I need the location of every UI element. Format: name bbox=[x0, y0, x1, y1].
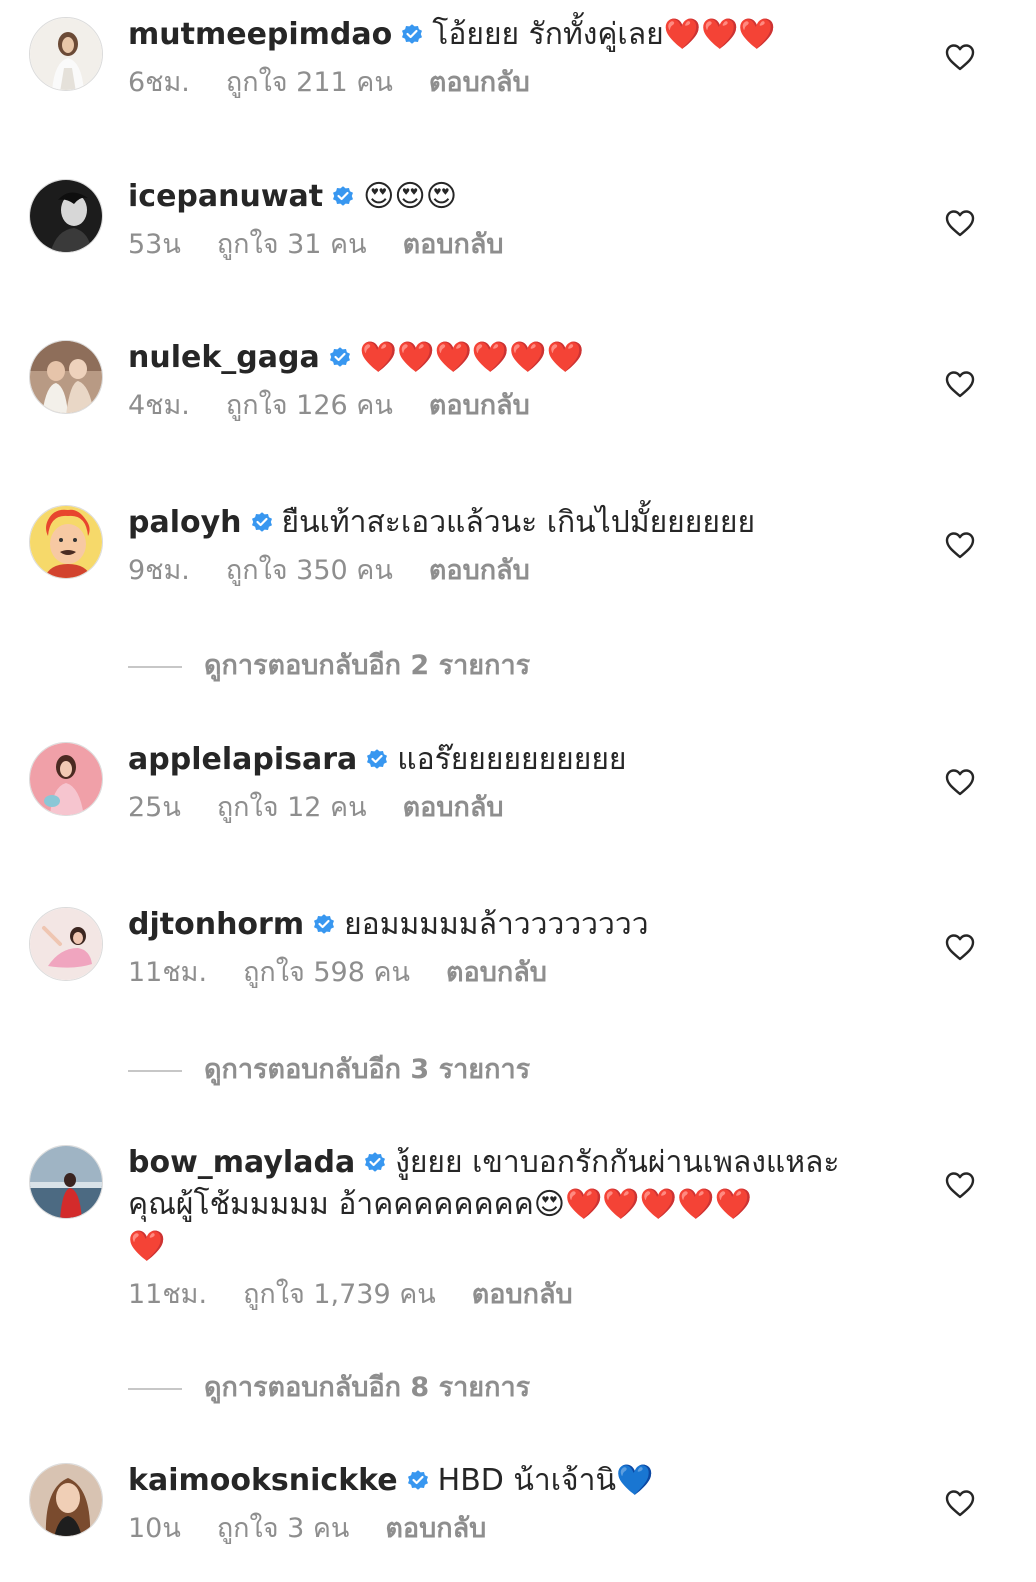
replies-divider bbox=[128, 665, 182, 668]
comment-time: 9ชม. bbox=[128, 555, 190, 586]
comment-time: 10น bbox=[128, 1513, 181, 1544]
heart-outline-icon[interactable] bbox=[944, 1170, 976, 1200]
comment-time: 11ชม. bbox=[128, 1279, 208, 1310]
verified-badge-icon bbox=[365, 747, 389, 771]
verified-badge-icon bbox=[400, 22, 424, 46]
comment-meta: 11ชม. ถูกใจ 598 คน ตอบกลับ bbox=[128, 954, 888, 992]
username[interactable]: mutmeepimdao bbox=[128, 17, 392, 52]
comment-text: 😍😍😍 bbox=[363, 179, 457, 214]
view-more-replies[interactable]: ดูการตอบกลับอีก 2 รายการ bbox=[128, 646, 728, 686]
avatar[interactable] bbox=[29, 340, 103, 414]
comment-meta: 4ชม. ถูกใจ 126 คน ตอบกลับ bbox=[128, 387, 888, 425]
comment-line: djtonhorm ยอมมมมมล้าวววววววว bbox=[128, 904, 888, 946]
comment-body: kaimooksnickke HBD น้าเจ้านิ💙 10น ถูกใจ 3 … bbox=[128, 1460, 888, 1548]
comment-body: djtonhorm ยอมมมมมล้าวววววววว 11ชม. ถูกใจ 5… bbox=[128, 904, 888, 992]
reply-button[interactable]: ตอบกลับ bbox=[403, 792, 504, 823]
verified-badge-icon bbox=[250, 510, 274, 534]
view-more-replies[interactable]: ดูการตอบกลับอีก 8 รายการ bbox=[128, 1368, 728, 1408]
heart-outline-icon[interactable] bbox=[944, 208, 976, 238]
comment-time: 25น bbox=[128, 792, 181, 823]
comment-time: 6ชม. bbox=[128, 67, 190, 98]
view-more-replies-label: ดูการตอบกลับอีก 3 รายการ bbox=[204, 1054, 531, 1085]
verified-badge-icon bbox=[363, 1150, 387, 1174]
comment-body: applelapisara แอร๊ยยยยยยยยยย 25น ถูกใจ 12 … bbox=[128, 739, 888, 827]
heart-outline-icon[interactable] bbox=[944, 530, 976, 560]
replies-divider bbox=[128, 1387, 182, 1390]
like-count[interactable]: ถูกใจ 350 คน bbox=[226, 555, 393, 586]
comment-text: แอร๊ยยยยยยยยยย bbox=[397, 742, 627, 777]
comment-line: bow_maylada งู้ยยย เขาบอกรักกันผ่านเพลงแห… bbox=[128, 1142, 888, 1184]
comment-meta: 6ชม. ถูกใจ 211 คน ตอบกลับ bbox=[128, 64, 888, 102]
comment-meta: 10น ถูกใจ 3 คน ตอบกลับ bbox=[128, 1510, 888, 1548]
heart-outline-icon[interactable] bbox=[944, 369, 976, 399]
username[interactable]: kaimooksnickke bbox=[128, 1463, 398, 1498]
comment-meta: 11ชม. ถูกใจ 1,739 คน ตอบกลับ bbox=[128, 1276, 888, 1314]
reply-button[interactable]: ตอบกลับ bbox=[403, 229, 504, 260]
comment-time: 53น bbox=[128, 229, 181, 260]
comment-time: 4ชม. bbox=[128, 390, 190, 421]
username[interactable]: bow_maylada bbox=[128, 1145, 355, 1180]
view-more-replies[interactable]: ดูการตอบกลับอีก 3 รายการ bbox=[128, 1050, 728, 1090]
reply-button[interactable]: ตอบกลับ bbox=[429, 67, 530, 98]
reply-button[interactable]: ตอบกลับ bbox=[429, 555, 530, 586]
comment-line: icepanuwat 😍😍😍 bbox=[128, 176, 888, 218]
username[interactable]: nulek_gaga bbox=[128, 340, 320, 375]
reply-button[interactable]: ตอบกลับ bbox=[446, 957, 547, 988]
comment-meta: 9ชม. ถูกใจ 350 คน ตอบกลับ bbox=[128, 552, 888, 590]
heart-outline-icon[interactable] bbox=[944, 42, 976, 72]
avatar[interactable] bbox=[29, 907, 103, 981]
comment-body: paloyh ยืนเท้าสะเอวแล้วนะ เกินไปมั้ยยยยยย… bbox=[128, 502, 888, 590]
reply-button[interactable]: ตอบกลับ bbox=[429, 390, 530, 421]
username[interactable]: icepanuwat bbox=[128, 179, 323, 214]
reply-button[interactable]: ตอบกลับ bbox=[472, 1279, 573, 1310]
like-count[interactable]: ถูกใจ 1,739 คน bbox=[243, 1279, 436, 1310]
view-more-replies-label: ดูการตอบกลับอีก 8 รายการ bbox=[204, 1372, 531, 1403]
username[interactable]: applelapisara bbox=[128, 742, 357, 777]
comment-text: ยืนเท้าสะเอวแล้วนะ เกินไปมั้ยยยยยย bbox=[281, 505, 756, 540]
comment-body: nulek_gaga ❤️❤️❤️❤️❤️❤️ 4ชม. ถูกใจ 126 คน ต… bbox=[128, 337, 888, 425]
comment-meta: 25น ถูกใจ 12 คน ตอบกลับ bbox=[128, 789, 888, 827]
avatar[interactable] bbox=[29, 179, 103, 253]
comment-text: ❤️❤️❤️❤️❤️❤️ bbox=[359, 340, 584, 375]
like-count[interactable]: ถูกใจ 211 คน bbox=[226, 67, 393, 98]
verified-badge-icon bbox=[331, 184, 355, 208]
like-count[interactable]: ถูกใจ 31 คน bbox=[217, 229, 367, 260]
comment-body: mutmeepimdao โอ้ยยย รักทั้งคู่เลย❤️❤️❤️ 6… bbox=[128, 14, 888, 102]
comment-line: mutmeepimdao โอ้ยยย รักทั้งคู่เลย❤️❤️❤️ bbox=[128, 14, 888, 56]
comment-text: ยอมมมมมล้าวววววววว bbox=[344, 907, 649, 942]
verified-badge-icon bbox=[312, 912, 336, 936]
view-more-replies-label: ดูการตอบกลับอีก 2 รายการ bbox=[204, 650, 531, 681]
comment-line: nulek_gaga ❤️❤️❤️❤️❤️❤️ bbox=[128, 337, 888, 379]
heart-outline-icon[interactable] bbox=[944, 1488, 976, 1518]
heart-outline-icon[interactable] bbox=[944, 932, 976, 962]
verified-badge-icon bbox=[406, 1468, 430, 1492]
username[interactable]: paloyh bbox=[128, 505, 242, 540]
replies-divider bbox=[128, 1069, 182, 1072]
comment-text-line-3: ❤️ bbox=[128, 1229, 166, 1264]
like-count[interactable]: ถูกใจ 3 คน bbox=[217, 1513, 350, 1544]
like-count[interactable]: ถูกใจ 598 คน bbox=[243, 957, 410, 988]
avatar[interactable] bbox=[29, 742, 103, 816]
comment-text-line-1: งู้ยยย เขาบอกรักกันผ่านเพลงแหละ bbox=[395, 1145, 840, 1180]
comment-body: icepanuwat 😍😍😍 53น ถูกใจ 31 คน ตอบกลับ bbox=[128, 176, 888, 264]
avatar[interactable] bbox=[29, 17, 103, 91]
avatar[interactable] bbox=[29, 505, 103, 579]
heart-outline-icon[interactable] bbox=[944, 767, 976, 797]
comment-body: bow_maylada งู้ยยย เขาบอกรักกันผ่านเพลงแห… bbox=[128, 1142, 888, 1314]
comment-line: applelapisara แอร๊ยยยยยยยยยย bbox=[128, 739, 888, 781]
comment-time: 11ชม. bbox=[128, 957, 208, 988]
comment-text: HBD น้าเจ้านิ💙 bbox=[437, 1463, 654, 1498]
comment-text: โอ้ยยย รักทั้งคู่เลย❤️❤️❤️ bbox=[432, 17, 776, 52]
comment-line: paloyh ยืนเท้าสะเอวแล้วนะ เกินไปมั้ยยยยยย bbox=[128, 502, 888, 544]
comment-line: kaimooksnickke HBD น้าเจ้านิ💙 bbox=[128, 1460, 888, 1502]
comment-text-line-2: คุณผู้โช้มมมมม อ้าคคคคคคคค😍❤️❤️❤️❤️❤️ bbox=[128, 1187, 752, 1222]
username[interactable]: djtonhorm bbox=[128, 907, 304, 942]
reply-button[interactable]: ตอบกลับ bbox=[385, 1513, 486, 1544]
verified-badge-icon bbox=[328, 345, 352, 369]
avatar[interactable] bbox=[29, 1145, 103, 1219]
comment-meta: 53น ถูกใจ 31 คน ตอบกลับ bbox=[128, 226, 888, 264]
avatar[interactable] bbox=[29, 1463, 103, 1537]
like-count[interactable]: ถูกใจ 12 คน bbox=[217, 792, 367, 823]
like-count[interactable]: ถูกใจ 126 คน bbox=[226, 390, 393, 421]
